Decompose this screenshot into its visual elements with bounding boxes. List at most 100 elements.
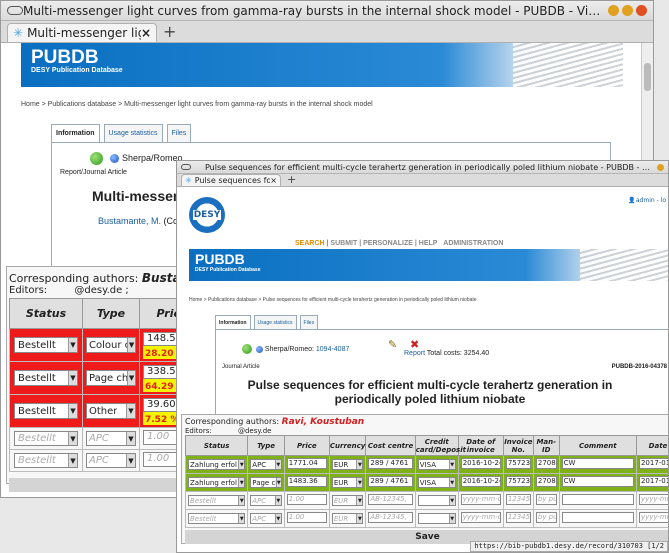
invoice-input[interactable]: 123456 bbox=[505, 512, 531, 523]
currency-placeholder: EUR bbox=[333, 514, 349, 523]
nav-administration[interactable]: ADMINISTRATION bbox=[443, 240, 503, 247]
date2-input[interactable]: yyyy-mm- bbox=[638, 512, 668, 523]
author-link[interactable]: Bustamante, M. bbox=[98, 216, 161, 226]
tab-files[interactable]: Files bbox=[166, 124, 192, 142]
date2-input[interactable]: yyyy-mm- bbox=[638, 494, 668, 505]
type-select[interactable]: Colour cl▼ bbox=[86, 337, 136, 353]
comment-input[interactable] bbox=[561, 494, 634, 505]
status-select[interactable]: Zahlung erfol ▼ bbox=[188, 477, 246, 488]
column-header: Currency bbox=[328, 435, 367, 456]
tab-usage-statistics[interactable]: Usage statistics bbox=[253, 315, 297, 330]
green-status-icon bbox=[242, 344, 252, 354]
status-select[interactable]: Bestellt ▼ bbox=[14, 431, 78, 446]
type-select[interactable]: APC ▼ bbox=[250, 513, 282, 524]
cost-input[interactable]: 289 / 4761 bbox=[368, 458, 413, 469]
type-cell: Other ▼ bbox=[82, 394, 140, 428]
nav-submit[interactable]: SUBMIT bbox=[330, 240, 357, 247]
cost-input[interactable]: AB-12345, bbox=[368, 494, 413, 505]
currency-select[interactable]: EUR ▼ bbox=[331, 477, 364, 488]
man-input[interactable]: by pub bbox=[535, 512, 557, 523]
man-input[interactable]: by pub bbox=[535, 494, 557, 505]
nav-search[interactable]: SEARCH bbox=[295, 240, 325, 247]
status-select[interactable]: Bestellt ▼ bbox=[14, 337, 78, 353]
date2-cell: 2017-01- bbox=[635, 473, 668, 492]
new-tab-icon[interactable]: + bbox=[287, 173, 296, 186]
invoice-input[interactable]: 757236 bbox=[505, 476, 531, 487]
date-input[interactable]: yyyy-mm-dd bbox=[460, 494, 501, 505]
tab-files[interactable]: Files bbox=[299, 315, 319, 330]
status-cell: Zahlung erfol ▼ bbox=[184, 455, 249, 474]
new-tab-icon[interactable]: + bbox=[163, 22, 176, 41]
comment-input[interactable] bbox=[561, 512, 634, 523]
close-tab-icon[interactable]: × bbox=[141, 26, 151, 40]
price-input[interactable]: 1483.36 bbox=[286, 476, 327, 487]
date2-input[interactable]: 2017-01- bbox=[638, 458, 668, 469]
chevron-down-icon: ▼ bbox=[274, 496, 281, 505]
report-link[interactable]: Report bbox=[404, 350, 425, 357]
tab-usage-statistics[interactable]: Usage statistics bbox=[103, 124, 163, 142]
date-input[interactable]: yyyy-mm-dd bbox=[460, 512, 501, 523]
comment-input[interactable]: CW bbox=[561, 458, 634, 469]
type-select[interactable]: Page cha▼ bbox=[86, 370, 136, 386]
table-row: Zahlung erfol ▼ APC ▼ 1771.04 EUR ▼ 289 / 4761 V… bbox=[184, 455, 668, 474]
sherpa-link[interactable]: 1094-4087 bbox=[316, 346, 349, 353]
status-select[interactable]: Bestellt ▼ bbox=[14, 453, 78, 468]
front-tab[interactable]: ✳ Pulse sequences for e... × bbox=[181, 174, 281, 186]
nav-personalize[interactable]: PERSONALIZE bbox=[363, 240, 413, 247]
type-select[interactable]: APC ▼ bbox=[86, 431, 136, 446]
tab-information[interactable]: Information bbox=[215, 315, 251, 330]
corresponding-label: Corresponding authors: bbox=[185, 417, 280, 426]
invoice-input[interactable]: 757236 bbox=[505, 458, 531, 469]
type-select[interactable]: APC ▼ bbox=[250, 459, 282, 470]
minimize-icon[interactable] bbox=[657, 163, 664, 171]
currency-select[interactable]: EUR ▼ bbox=[331, 459, 364, 470]
comment-input[interactable]: CW bbox=[561, 476, 634, 487]
type-select[interactable]: APC ▼ bbox=[250, 495, 282, 506]
back-tab[interactable]: ✳ Multi-messenger light... × bbox=[7, 23, 157, 42]
nav-help[interactable]: HELP bbox=[419, 240, 438, 247]
chevron-down-icon: ▼ bbox=[274, 460, 281, 469]
window-menu-icon[interactable] bbox=[181, 164, 191, 170]
close-icon[interactable] bbox=[636, 5, 647, 16]
status-select[interactable]: Bestellt ▼ bbox=[14, 370, 78, 386]
col-status: Status bbox=[9, 298, 83, 329]
card-select[interactable]: ▼ bbox=[417, 495, 456, 507]
close-tab-icon[interactable]: × bbox=[270, 176, 277, 185]
date2-input[interactable]: 2017-01- bbox=[638, 476, 668, 487]
cost-input[interactable]: 289 / 4761 bbox=[368, 476, 413, 487]
price-cell: 1.00 bbox=[283, 491, 330, 510]
type-select[interactable]: Other ▼ bbox=[86, 403, 136, 419]
date-input[interactable]: 2016-10-24 bbox=[460, 458, 501, 469]
window-menu-icon[interactable] bbox=[7, 6, 23, 15]
man-input[interactable]: 27083 bbox=[535, 476, 557, 487]
price-input[interactable]: 1771.04 bbox=[286, 458, 327, 469]
maximize-icon[interactable] bbox=[622, 5, 633, 16]
desy-logo[interactable]: DESY bbox=[189, 197, 225, 233]
minimize-icon[interactable] bbox=[608, 5, 619, 16]
card-cell: ▼ bbox=[414, 509, 459, 528]
price-input[interactable]: 1.00 bbox=[286, 494, 327, 505]
edit-icon[interactable]: ✎ bbox=[388, 338, 397, 351]
type-select[interactable]: Page cha▼ bbox=[250, 477, 282, 488]
invoice-cell: 757236 bbox=[502, 455, 534, 474]
currency-select[interactable]: EUR ▼ bbox=[331, 513, 364, 524]
invoice-input[interactable]: 123456 bbox=[505, 494, 531, 505]
date-input[interactable]: 2016-10-24 bbox=[460, 476, 501, 487]
tab-information[interactable]: Information bbox=[51, 124, 100, 142]
status-select[interactable]: Zahlung erfol ▼ bbox=[188, 459, 246, 470]
card-select[interactable]: VISA ▼ bbox=[417, 459, 456, 470]
price-input[interactable]: 1.00 bbox=[286, 512, 327, 523]
card-select[interactable]: ▼ bbox=[417, 513, 456, 525]
type-select[interactable]: APC ▼ bbox=[86, 453, 136, 468]
status-select[interactable]: Bestellt ▼ bbox=[188, 495, 246, 506]
scroll-thumb[interactable] bbox=[644, 63, 651, 91]
cost-input[interactable]: AB-12345, bbox=[368, 512, 413, 523]
chevron-down-icon: ▼ bbox=[238, 496, 245, 505]
man-input[interactable]: 27083 bbox=[535, 458, 557, 469]
status-select[interactable]: Bestellt ▼ bbox=[14, 403, 78, 419]
status-select[interactable]: Bestellt ▼ bbox=[188, 513, 246, 524]
user-menu[interactable]: 👤admin - lo bbox=[628, 197, 666, 204]
chevron-down-icon: ▼ bbox=[448, 460, 455, 469]
currency-select[interactable]: EUR ▼ bbox=[331, 495, 364, 506]
card-select[interactable]: VISA ▼ bbox=[417, 477, 456, 488]
